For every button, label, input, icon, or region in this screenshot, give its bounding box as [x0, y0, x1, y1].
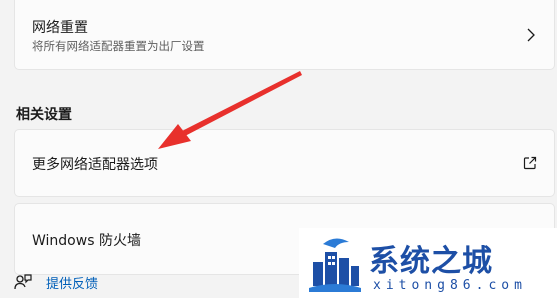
windows-firewall-label: Windows 防火墙 — [32, 233, 141, 249]
network-reset-title: 网络重置 — [32, 20, 88, 36]
watermark: 系统之城 xitong86.com — [299, 228, 557, 298]
feedback-label: 提供反馈 — [46, 276, 99, 292]
network-reset-subtitle: 将所有网络适配器重置为出厂设置 — [32, 39, 205, 53]
chevron-right-icon — [527, 28, 535, 42]
related-settings-heading: 相关设置 — [16, 107, 72, 123]
external-link-icon — [523, 156, 537, 170]
city-logo-icon — [309, 238, 361, 292]
more-adapter-options-label: 更多网络适配器选项 — [32, 157, 158, 173]
network-reset-card[interactable]: 网络重置 将所有网络适配器重置为出厂设置 — [14, 0, 555, 70]
watermark-name: 系统之城 — [369, 244, 493, 279]
watermark-domain: xitong86.com — [373, 278, 527, 293]
feedback-person-icon — [14, 274, 32, 290]
feedback-link[interactable]: 提供反馈 — [14, 271, 98, 293]
more-adapter-options-card[interactable]: 更多网络适配器选项 — [14, 129, 555, 197]
